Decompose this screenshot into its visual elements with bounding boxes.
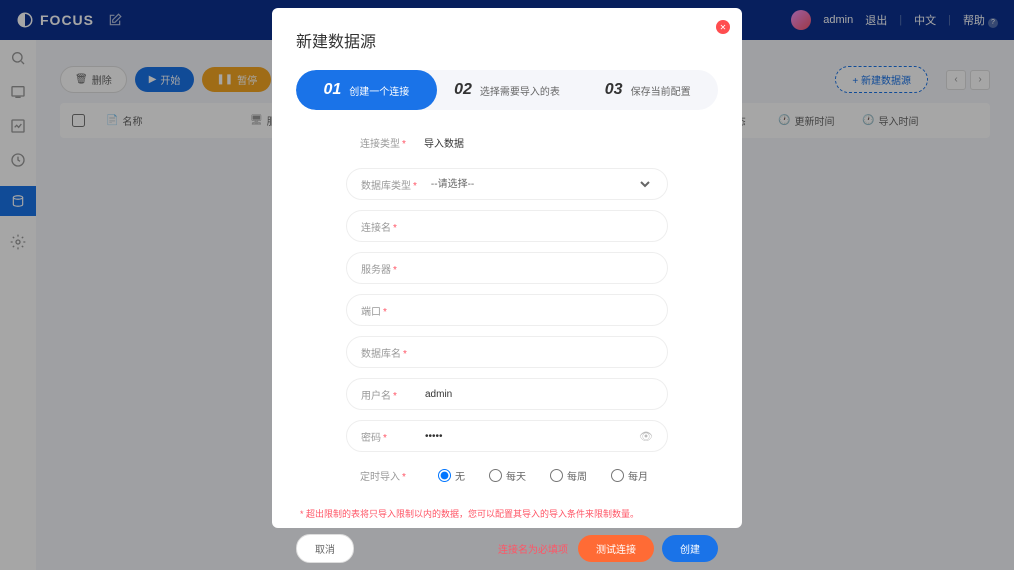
conn-type-field: 连接类型* 导入数据 (346, 126, 668, 158)
password-input[interactable] (425, 431, 629, 442)
username-field[interactable]: 用户名* (346, 378, 668, 410)
create-button[interactable]: 创建 (662, 535, 718, 562)
hint-text: * 超出限制的表将只导入限制以内的数据，您可以配置其导入的导入条件来限制数量。 (296, 507, 718, 520)
db-type-select[interactable]: --请选择-- (427, 178, 653, 191)
form: 连接类型* 导入数据 数据库类型* --请选择-- 连接名* 服务器* 端口* … (296, 126, 718, 489)
schedule-daily[interactable]: 每天 (489, 468, 526, 483)
port-input[interactable] (425, 305, 653, 316)
modal-title: 新建数据源 (296, 28, 718, 52)
port-field[interactable]: 端口* (346, 294, 668, 326)
conn-name-field[interactable]: 连接名* (346, 210, 668, 242)
schedule-field: 定时导入* 无 每天 每周 每月 (346, 462, 668, 489)
close-icon[interactable]: ✕ (716, 20, 730, 34)
schedule-none[interactable]: 无 (438, 468, 465, 483)
server-input[interactable] (425, 263, 653, 274)
conn-name-input[interactable] (425, 221, 653, 232)
test-connection-button[interactable]: 测试连接 (578, 535, 654, 562)
schedule-weekly[interactable]: 每周 (550, 468, 587, 483)
step-3[interactable]: 03保存当前配置 (577, 70, 718, 110)
step-1[interactable]: 01创建一个连接 (296, 70, 437, 110)
step-2[interactable]: 02选择需要导入的表 (437, 70, 578, 110)
username-input[interactable] (425, 389, 653, 400)
modal-overlay: ✕ 新建数据源 01创建一个连接 02选择需要导入的表 03保存当前配置 连接类… (0, 0, 1014, 570)
conn-type-value: 导入数据 (424, 135, 654, 150)
new-datasource-modal: ✕ 新建数据源 01创建一个连接 02选择需要导入的表 03保存当前配置 连接类… (272, 8, 742, 528)
schedule-monthly[interactable]: 每月 (611, 468, 648, 483)
eye-icon[interactable]: 👁 (639, 430, 653, 443)
error-message: 连接名为必填项 (498, 541, 568, 556)
server-field[interactable]: 服务器* (346, 252, 668, 284)
step-indicator: 01创建一个连接 02选择需要导入的表 03保存当前配置 (296, 70, 718, 110)
dbname-input[interactable] (425, 347, 653, 358)
dbname-field[interactable]: 数据库名* (346, 336, 668, 368)
modal-actions: 取消 连接名为必填项 测试连接 创建 (296, 534, 718, 563)
cancel-button[interactable]: 取消 (296, 534, 354, 563)
password-field[interactable]: 密码* 👁 (346, 420, 668, 452)
db-type-field[interactable]: 数据库类型* --请选择-- (346, 168, 668, 200)
